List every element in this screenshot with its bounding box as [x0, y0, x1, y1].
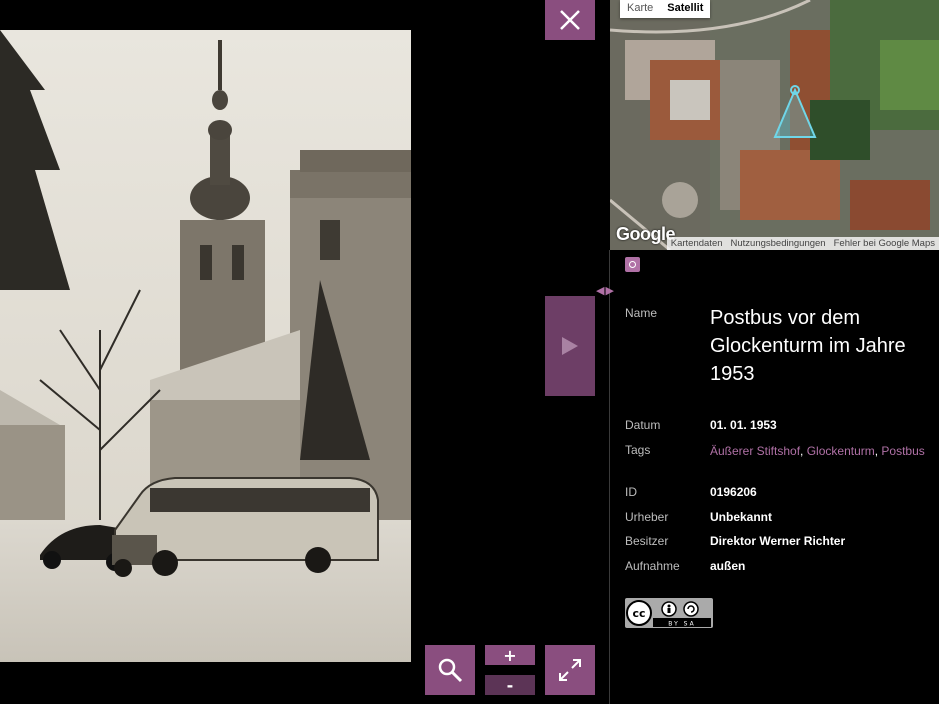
- date-value: 01. 01. 1953: [710, 418, 777, 432]
- tags-label: Tags: [625, 443, 651, 457]
- cc-license-badge[interactable]: cc BY SA: [625, 598, 713, 628]
- report-error-link[interactable]: Fehler bei Google Maps: [830, 237, 939, 250]
- map-type-karte[interactable]: Karte: [620, 0, 660, 18]
- svg-text:cc: cc: [632, 607, 645, 620]
- map[interactable]: Karte Satellit Google Kartendaten Nutzun…: [610, 0, 939, 250]
- map-type-switch: Karte Satellit: [620, 0, 711, 18]
- owner-value: Direktor Werner Richter: [710, 534, 846, 548]
- map-type-satellit[interactable]: Satellit: [660, 0, 710, 18]
- panel-divider: [609, 250, 610, 704]
- close-icon: [560, 10, 580, 30]
- name-label: Name: [625, 306, 658, 320]
- map-data-link[interactable]: Kartendaten: [667, 237, 727, 250]
- expand-icon: [559, 659, 581, 681]
- photo: [0, 30, 411, 662]
- camera-icon[interactable]: [625, 257, 640, 272]
- close-button[interactable]: [545, 0, 595, 40]
- zoom-search-button[interactable]: [425, 645, 475, 695]
- zoom-out-button[interactable]: -: [485, 675, 535, 695]
- license-text: BY SA: [668, 621, 695, 628]
- next-image-button[interactable]: [545, 296, 595, 396]
- satellite-map: [610, 0, 939, 250]
- tag-aeusserer-stiftshof[interactable]: Äußerer Stiftshof: [710, 444, 800, 458]
- panel-toggle-arrows[interactable]: ◀▶: [596, 284, 615, 297]
- shot-value: außen: [710, 559, 746, 573]
- owner-label: Besitzer: [625, 534, 669, 548]
- fullscreen-button[interactable]: [545, 645, 595, 695]
- author-value: Unbekannt: [710, 510, 773, 524]
- tag-postbus[interactable]: Postbus: [881, 444, 924, 458]
- zoom-in-button[interactable]: +: [485, 645, 535, 665]
- author-label: Urheber: [625, 510, 669, 524]
- magnifier-icon: [438, 658, 463, 683]
- terms-link[interactable]: Nutzungsbedingungen: [727, 237, 830, 250]
- id-value: 0196206: [710, 485, 757, 499]
- date-label: Datum: [625, 418, 661, 432]
- tag-glockenturm[interactable]: Glockenturm: [807, 444, 875, 458]
- sa-icon: [683, 601, 699, 617]
- map-footer: Kartendaten Nutzungsbedingungen Fehler b…: [666, 237, 939, 250]
- play-arrow-icon: [562, 337, 578, 355]
- image-title: Postbus vor dem Glockenturm im Jahre 195…: [710, 307, 906, 385]
- id-label: ID: [625, 485, 637, 499]
- tags-value: Äußerer Stiftshof, Glockenturm, Postbus: [710, 444, 925, 458]
- shot-label: Aufnahme: [625, 559, 680, 573]
